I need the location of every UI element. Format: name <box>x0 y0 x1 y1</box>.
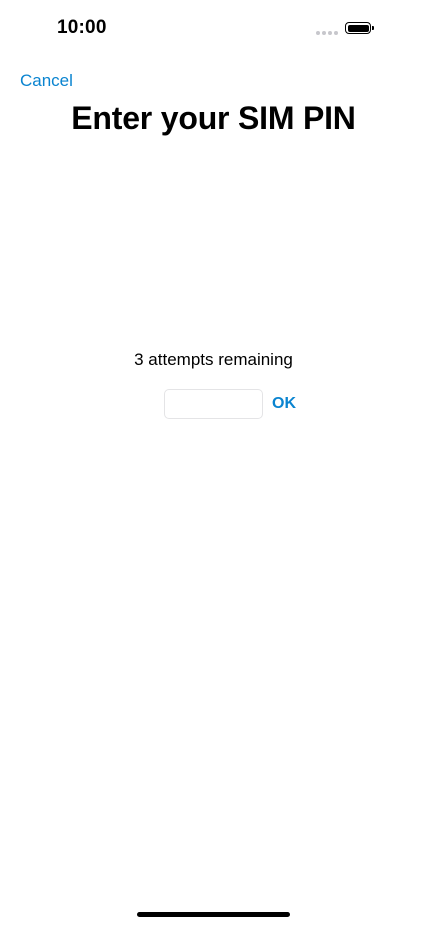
status-time: 10:00 <box>57 17 107 38</box>
cellular-signal-icon <box>316 31 338 35</box>
page-title: Enter your SIM PIN <box>71 100 356 136</box>
battery-level-fill <box>347 24 369 32</box>
battery-icon <box>345 22 375 36</box>
cancel-button[interactable]: Cancel <box>20 71 73 91</box>
status-bar: 10:00 <box>0 0 427 58</box>
ok-button[interactable]: OK <box>272 395 296 413</box>
attempts-remaining-text: 3 attempts remaining <box>134 350 293 369</box>
sim-pin-input[interactable] <box>164 389 263 419</box>
home-indicator[interactable] <box>137 912 290 917</box>
